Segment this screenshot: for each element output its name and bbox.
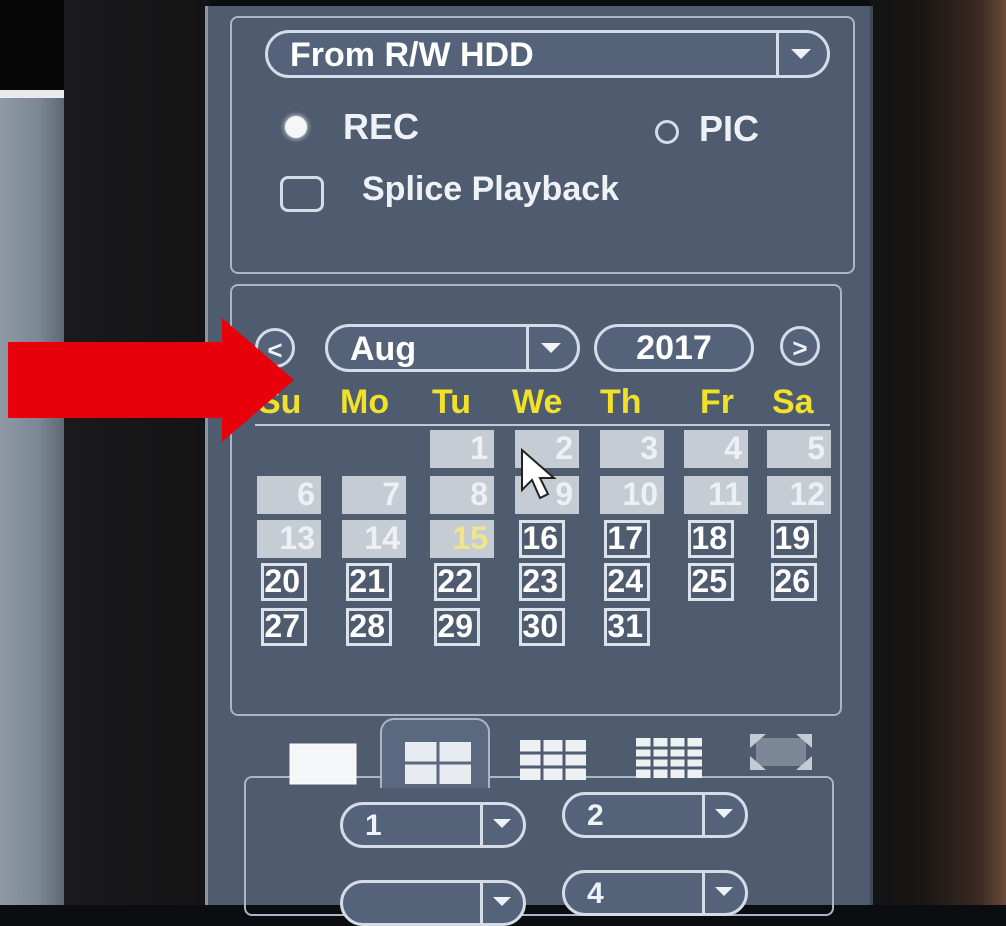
calendar-day[interactable]: 15 [430, 520, 494, 558]
radio-selected-icon [285, 116, 307, 138]
calendar-day[interactable]: 12 [767, 476, 831, 514]
chevron-down-icon[interactable] [480, 805, 523, 845]
calendar-day[interactable]: 7 [342, 476, 406, 514]
year-field[interactable]: 2017 [594, 324, 754, 372]
weekday-label: Fr [700, 383, 734, 421]
month-value: Aug [350, 330, 417, 368]
calendar-day[interactable]: 14 [342, 520, 406, 558]
channel-select-4[interactable]: 4 [562, 870, 748, 916]
calendar-day[interactable]: 10 [600, 476, 664, 514]
radio-unselected-icon [655, 120, 679, 144]
chevron-down-icon[interactable] [480, 883, 523, 923]
calendar-day[interactable]: 20 [261, 563, 307, 601]
background-black-bar [0, 0, 70, 96]
calendar-day[interactable]: 11 [684, 476, 748, 514]
month-select[interactable]: Aug [325, 324, 580, 372]
channel-1-value: 1 [365, 809, 382, 842]
calendar-day[interactable]: 29 [434, 608, 480, 646]
calendar-day[interactable]: 18 [688, 520, 734, 558]
channel-select-1[interactable]: 1 [340, 802, 526, 848]
weekday-label: Mo [340, 383, 390, 421]
quad-view-icon[interactable] [403, 740, 473, 786]
calendar-day[interactable]: 26 [771, 563, 817, 601]
channel-2-value: 2 [587, 799, 604, 832]
calendar-day[interactable]: 13 [257, 520, 321, 558]
calendar-day[interactable]: 4 [684, 430, 748, 468]
chevron-down-icon[interactable] [702, 873, 745, 913]
weekday-label: Th [600, 383, 642, 421]
channel-4-value: 4 [587, 877, 604, 910]
calendar-divider [255, 424, 830, 426]
chevron-down-icon[interactable] [702, 795, 745, 835]
pic-label: PIC [699, 108, 760, 149]
calendar-day[interactable]: 28 [346, 608, 392, 646]
calendar-day[interactable]: 31 [604, 608, 650, 646]
calendar-day[interactable]: 22 [434, 563, 480, 601]
calendar-day[interactable]: 21 [346, 563, 392, 601]
nine-split-view-icon[interactable] [518, 738, 588, 782]
channel-select-2[interactable]: 2 [562, 792, 748, 838]
background-right-area [870, 0, 1006, 905]
calendar-day[interactable]: 24 [604, 563, 650, 601]
mouse-cursor-icon [521, 448, 557, 500]
splice-playback-label: Splice Playback [362, 170, 620, 208]
fullscreen-icon[interactable] [750, 730, 812, 774]
weekday-label: We [512, 383, 563, 421]
checkbox-icon [280, 176, 324, 212]
calendar-day[interactable]: 16 [519, 520, 565, 558]
calendar-day[interactable]: 8 [430, 476, 494, 514]
calendar-day[interactable]: 6 [257, 476, 321, 514]
weekday-label: Sa [772, 383, 814, 421]
red-annotation-arrow-icon [8, 318, 294, 442]
calendar-day[interactable]: 19 [771, 520, 817, 558]
chevron-down-icon[interactable] [526, 327, 577, 369]
single-view-icon[interactable] [288, 742, 358, 786]
background-dark-area [64, 0, 210, 905]
calendar-day[interactable]: 25 [688, 563, 734, 601]
rec-label: REC [343, 106, 420, 147]
weekday-label: Tu [432, 383, 472, 421]
source-select-value: From R/W HDD [290, 36, 534, 74]
calendar-day[interactable]: 5 [767, 430, 831, 468]
next-month-button[interactable]: > [780, 326, 820, 366]
chevron-down-icon[interactable] [776, 33, 827, 75]
calendar-day[interactable]: 17 [604, 520, 650, 558]
calendar-day[interactable]: 27 [261, 608, 307, 646]
background-white-line [0, 90, 66, 98]
channel-select-3[interactable] [340, 880, 526, 926]
background-left-panel [0, 98, 64, 905]
calendar-day[interactable]: 30 [519, 608, 565, 646]
calendar-day[interactable]: 3 [600, 430, 664, 468]
calendar-day[interactable]: 23 [519, 563, 565, 601]
source-select[interactable]: From R/W HDD [265, 30, 830, 78]
calendar-day[interactable]: 1 [430, 430, 494, 468]
sixteen-split-view-icon[interactable] [634, 736, 704, 780]
